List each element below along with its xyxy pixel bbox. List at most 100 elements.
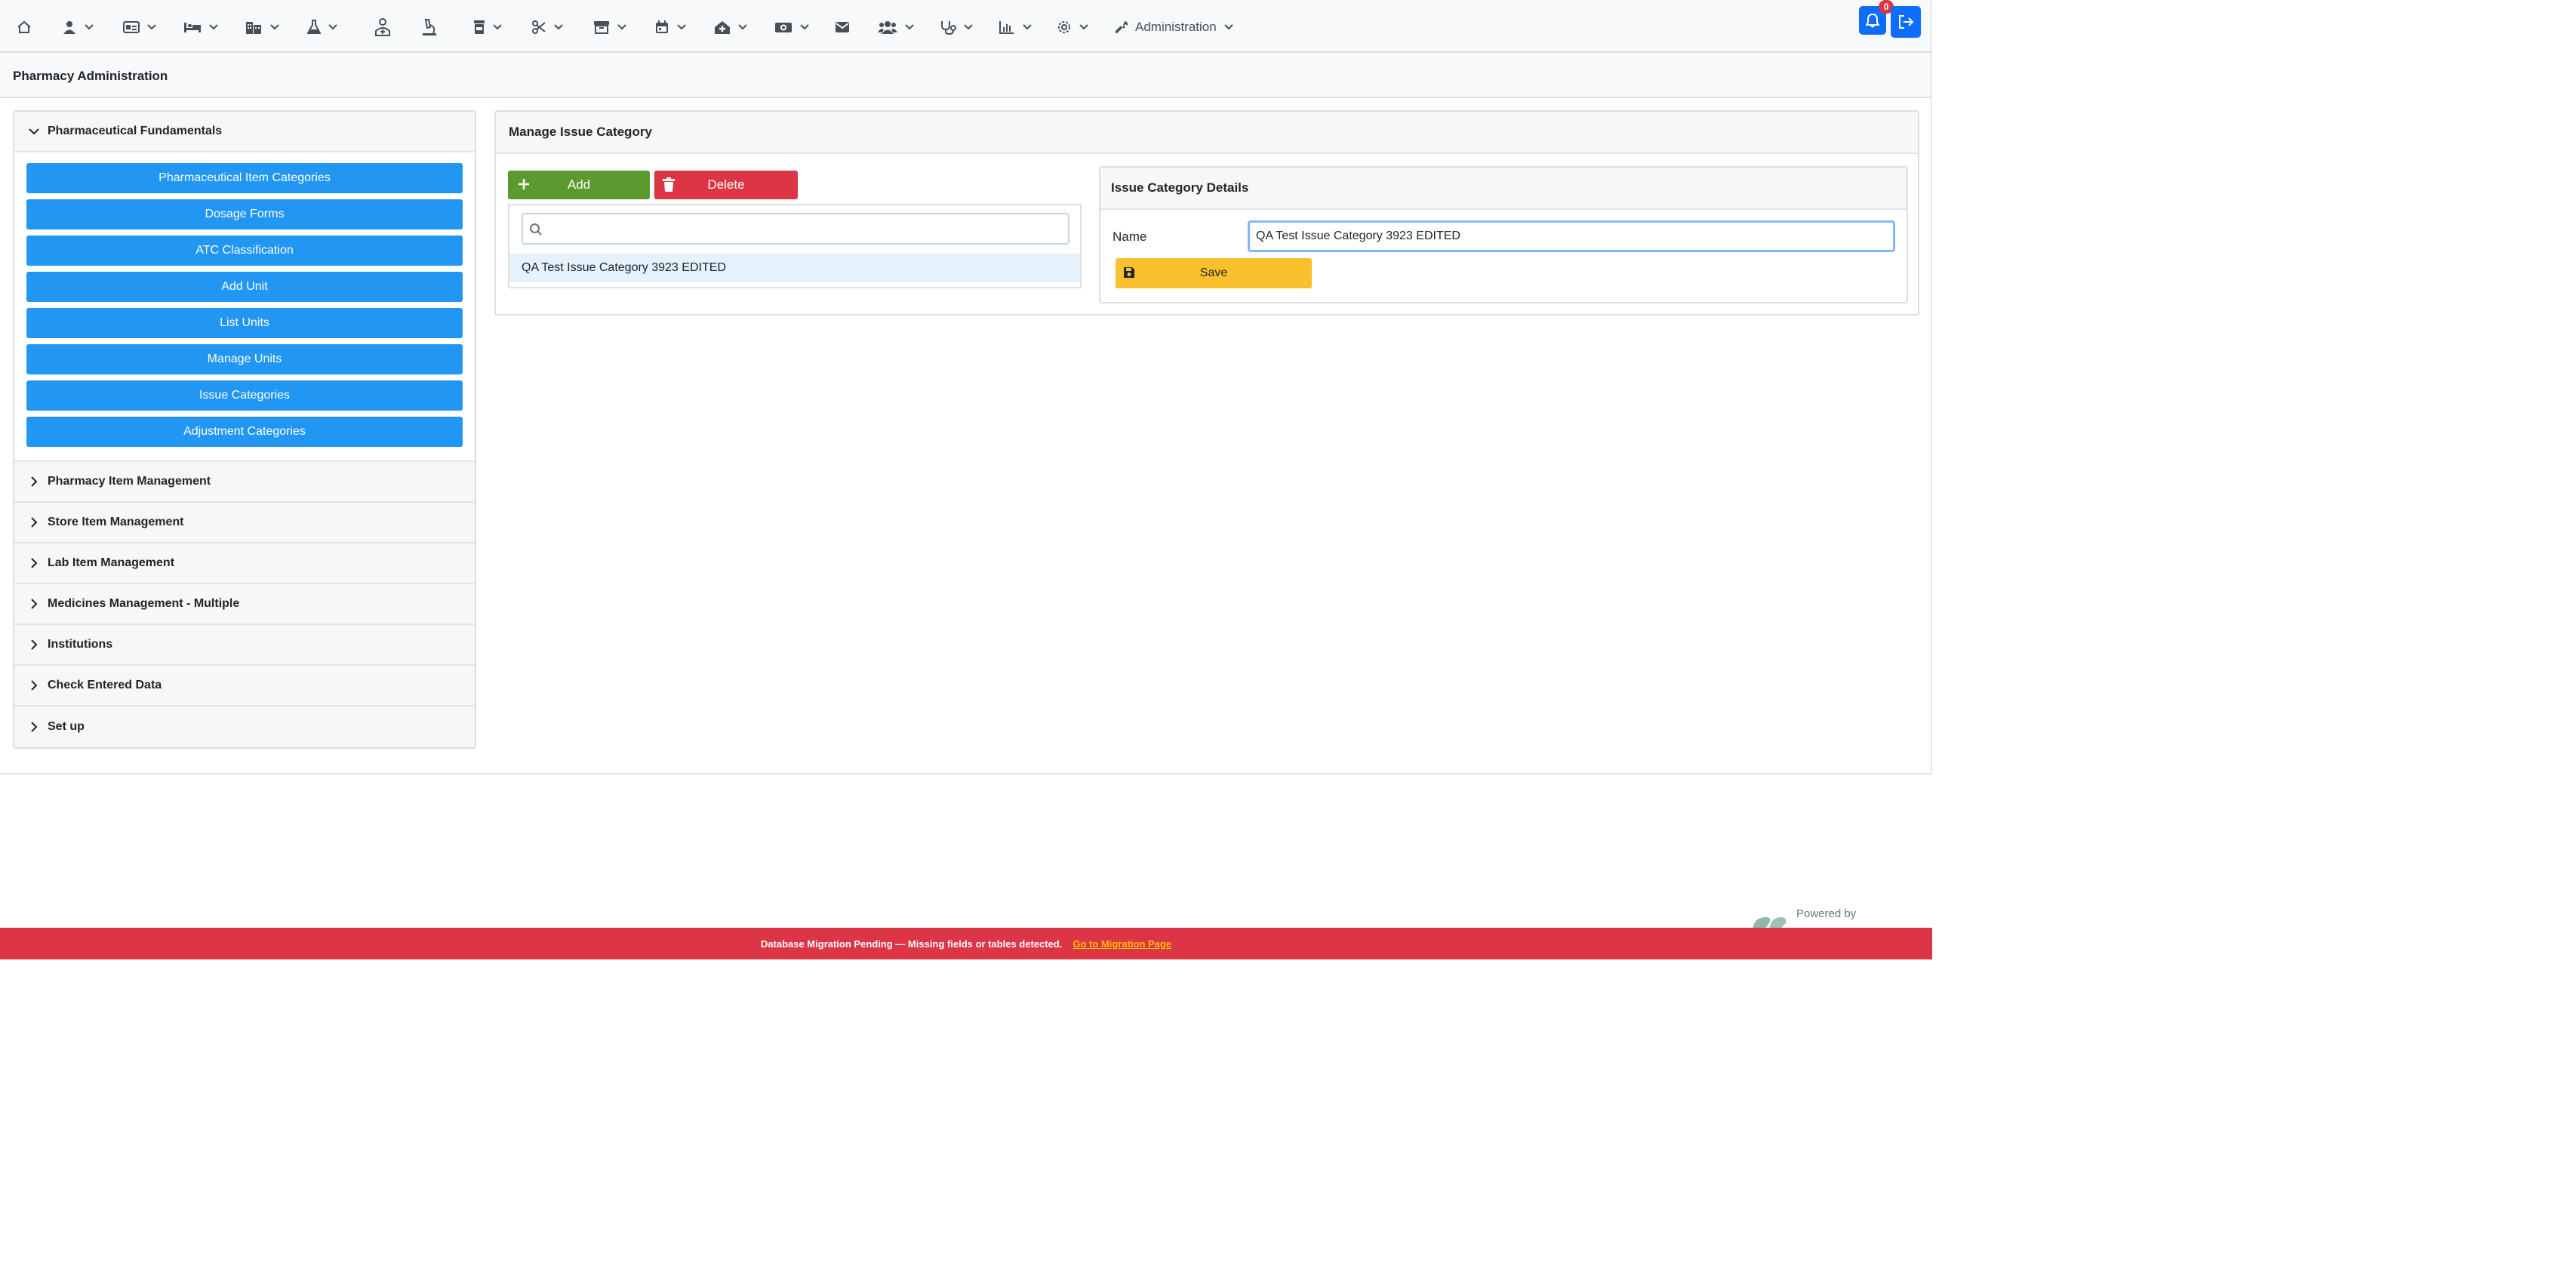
powered-by-text: Powered by [1796, 907, 1857, 920]
accordion-header-set-up[interactable]: Set up [14, 707, 475, 747]
manage-units-button[interactable]: Manage Units [26, 344, 463, 374]
nav-hr-menu[interactable] [878, 17, 914, 38]
nav-settings-menu[interactable] [1057, 17, 1088, 38]
accordion-header-check-entered-data[interactable]: Check Entered Data [14, 666, 475, 707]
atc-classification-button[interactable]: ATC Classification [26, 236, 463, 266]
logout-icon [1899, 15, 1914, 29]
accordion-header-label: Store Item Management [48, 516, 184, 528]
top-navbar: Administration 0 [0, 0, 1931, 53]
nav-administration-menu[interactable]: Administration [1114, 17, 1233, 38]
adjustment-categories-button[interactable]: Adjustment Categories [26, 417, 463, 447]
chevron-right-icon [31, 558, 38, 568]
accordion-header-medicines-management-multiple[interactable]: Medicines Management - Multiple [14, 584, 475, 625]
list-units-button[interactable]: List Units [26, 308, 463, 338]
nav-registration-menu[interactable] [123, 17, 156, 38]
nav-messages[interactable] [835, 17, 850, 38]
issue-categories-button[interactable]: Issue Categories [26, 380, 463, 411]
users-icon [878, 21, 897, 34]
accordion-header-label: Set up [48, 720, 85, 733]
nav-store-menu[interactable] [593, 17, 626, 38]
chevron-right-icon [31, 722, 38, 732]
dosage-forms-button[interactable]: Dosage Forms [26, 199, 463, 229]
nav-institution-menu[interactable] [245, 17, 279, 38]
nav-emr-menu[interactable] [940, 17, 973, 38]
chevron-down-icon [328, 24, 337, 30]
nav-diagnosis[interactable] [421, 17, 438, 38]
issue-category-list: QA Test Issue Category 3923 EDITED [508, 204, 1082, 288]
chevron-down-icon [800, 24, 809, 30]
warehouse-icon [594, 21, 609, 34]
search-box[interactable] [522, 213, 1069, 245]
search-input[interactable] [550, 217, 1066, 242]
accordion-header-lab-item-management[interactable]: Lab Item Management [14, 544, 475, 584]
nav-inward-menu[interactable] [183, 17, 218, 38]
nav-cashier-menu[interactable] [774, 17, 809, 38]
logout-button[interactable] [1891, 6, 1921, 38]
list-item[interactable]: QA Test Issue Category 3923 EDITED [509, 254, 1080, 282]
manage-card-header: Manage Issue Category [496, 112, 1918, 154]
sidebar-accordion: Pharmaceutical Fundamentals Pharmaceutic… [13, 110, 476, 749]
chevron-down-icon [1079, 24, 1088, 30]
accordion-header-label: Pharmacy Item Management [48, 475, 211, 488]
search-icon [530, 223, 542, 236]
bell-icon [1866, 13, 1879, 28]
chevron-right-icon [31, 517, 38, 528]
migration-warning-banner: Database Migration Pending — Missing fie… [0, 928, 1932, 959]
stethoscope-icon [941, 21, 956, 35]
nav-reports-menu[interactable] [999, 17, 1032, 38]
trash-icon [663, 177, 675, 192]
manage-card-title: Manage Issue Category [509, 125, 652, 139]
nav-pharmacy-menu[interactable] [473, 17, 502, 38]
chevron-down-icon [29, 128, 39, 135]
chart-icon [999, 21, 1014, 34]
nav-theatre-menu[interactable] [531, 17, 563, 38]
chevron-down-icon [905, 24, 914, 30]
delete-button[interactable]: Delete [654, 171, 798, 199]
chevron-down-icon [85, 24, 94, 30]
gear-icon [1058, 21, 1070, 33]
scissors-icon [532, 20, 546, 34]
home-icon [17, 20, 31, 33]
save-icon [1124, 267, 1134, 278]
bed-icon [184, 23, 201, 32]
chevron-down-icon [1224, 24, 1233, 30]
accordion-header-pharmaceutical-fundamentals[interactable]: Pharmaceutical Fundamentals [14, 112, 475, 152]
chevron-down-icon [209, 24, 218, 30]
nav-channelling[interactable] [373, 17, 392, 38]
chevron-down-icon [738, 24, 747, 30]
add-unit-button[interactable]: Add Unit [26, 272, 463, 302]
nav-clinic-menu[interactable] [714, 17, 747, 38]
nav-doctor-menu[interactable] [62, 17, 94, 38]
nav-home[interactable] [17, 17, 32, 38]
chevron-down-icon [964, 24, 973, 30]
chevron-down-icon [147, 24, 156, 30]
chevron-right-icon [31, 639, 38, 650]
chevron-down-icon [677, 24, 686, 30]
pharmaceutical-item-categories-button[interactable]: Pharmaceutical Item Categories [26, 163, 463, 193]
accordion-header-institutions[interactable]: Institutions [14, 625, 475, 666]
accordion-body-pharmaceutical-fundamentals: Pharmaceutical Item Categories Dosage Fo… [14, 152, 475, 462]
house-medical-icon [715, 21, 730, 34]
manage-issue-category-card: Manage Issue Category Add Delete QA Test… [494, 110, 1919, 316]
pill-bottle-icon [474, 20, 485, 34]
id-card-icon [123, 21, 140, 33]
chevron-down-icon [617, 24, 626, 30]
chevron-right-icon [31, 476, 38, 487]
save-button[interactable]: Save [1116, 258, 1312, 288]
accordion-header-label: Lab Item Management [48, 556, 175, 569]
plus-icon [519, 179, 529, 189]
chevron-right-icon [31, 599, 38, 609]
nav-lab-menu[interactable] [307, 17, 337, 38]
name-input[interactable] [1248, 220, 1895, 252]
add-button[interactable]: Add [508, 171, 650, 199]
chevron-down-icon [1023, 24, 1032, 30]
user-doctor-icon [63, 21, 75, 34]
accordion-header-store-item-management[interactable]: Store Item Management [14, 503, 475, 544]
migration-page-link[interactable]: Go to Migration Page [1073, 938, 1171, 950]
accordion-header-pharmacy-item-management[interactable]: Pharmacy Item Management [14, 462, 475, 503]
nav-appointment-menu[interactable] [654, 17, 686, 38]
money-icon [775, 23, 792, 32]
accordion-header-label: Check Entered Data [48, 679, 162, 691]
app-window: Administration 0 Pharmacy Administration… [0, 0, 1932, 774]
administration-label: Administration [1135, 20, 1217, 34]
